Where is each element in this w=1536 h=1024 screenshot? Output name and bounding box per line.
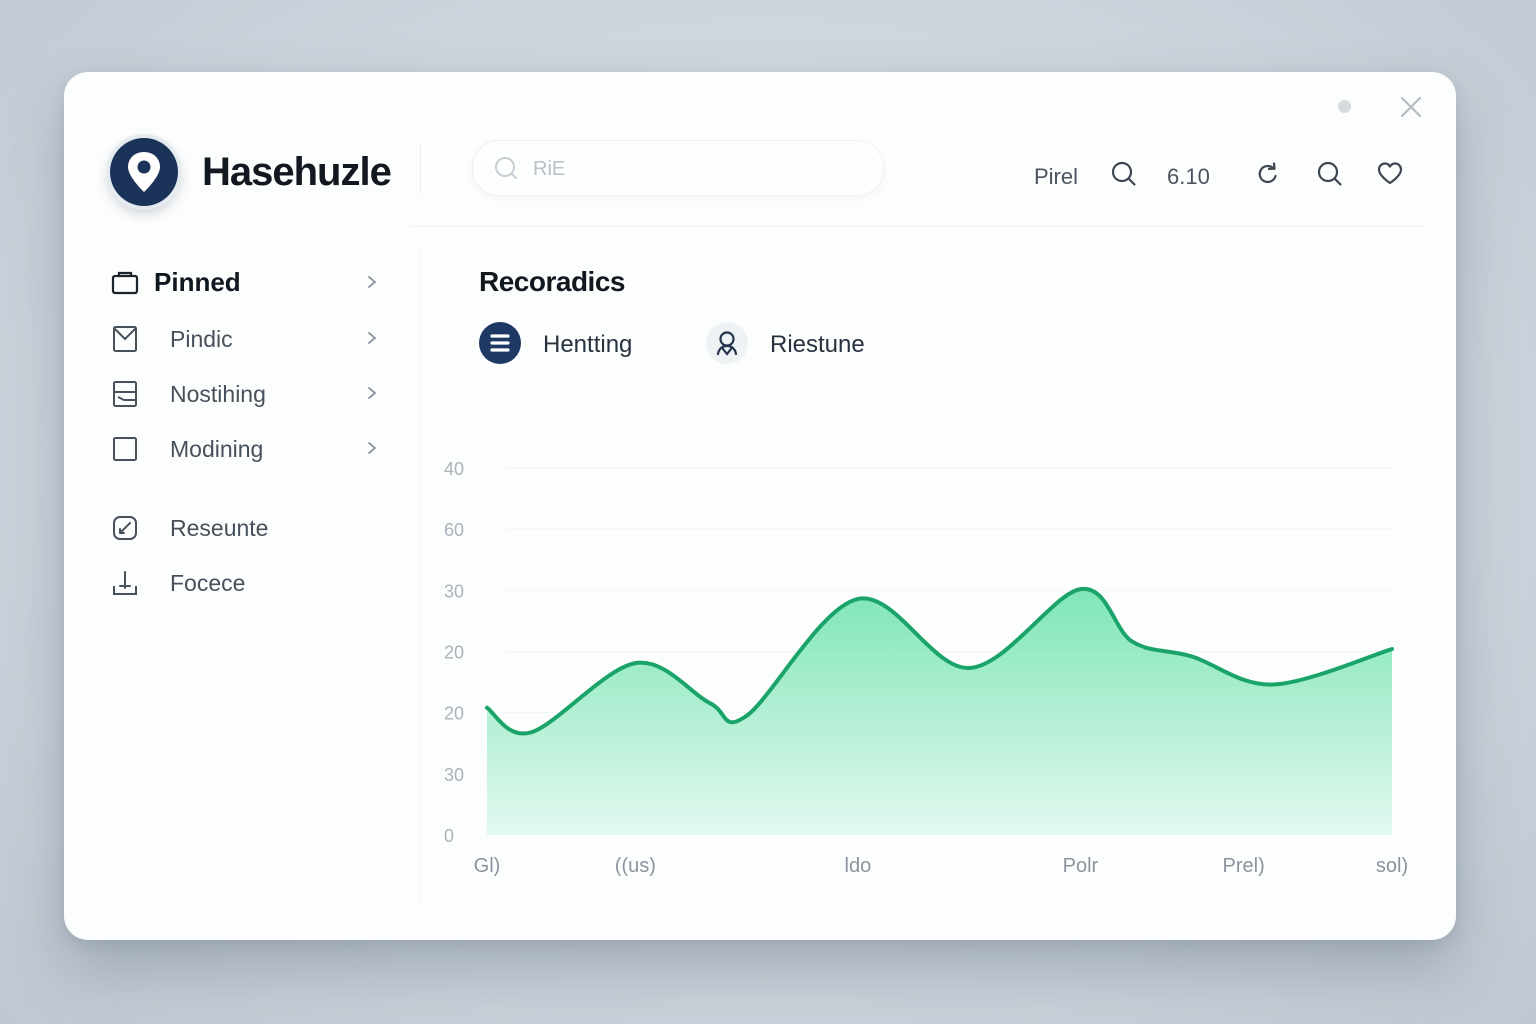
area-fill [487, 588, 1392, 835]
y-tick-label: 20 [444, 643, 464, 663]
legend-label: Riestune [770, 331, 865, 358]
close-icon[interactable] [1396, 92, 1426, 122]
x-tick-label: ldo [845, 855, 872, 877]
sidebar-item-pindic[interactable]: Pindic [110, 318, 390, 358]
chevron-right-icon [362, 381, 382, 410]
chevron-right-icon [362, 326, 382, 355]
list-icon [479, 322, 521, 364]
search-icon[interactable] [1316, 160, 1344, 193]
sidebar-item-fogece[interactable]: Focece [110, 562, 390, 602]
x-tick-label: sol) [1376, 855, 1408, 877]
app-title: Hasehuzle [202, 150, 392, 194]
toolbar-item-value[interactable]: 6.10 [1167, 164, 1210, 190]
app-logo [110, 138, 178, 206]
search-input[interactable] [531, 153, 855, 185]
sidebar-item-label: Modining [170, 436, 264, 462]
sidebar-item-label: Reseunte [170, 515, 269, 541]
square-icon [110, 434, 140, 469]
sidebar-divider [419, 252, 420, 902]
area-chart: 40 60 30 20 20 30 0 Gl) ((us) ldo Polr Prel) sol) [444, 459, 1408, 877]
y-tick-label: 20 [444, 704, 464, 724]
search-icon [493, 155, 519, 186]
map-pin-icon [128, 152, 160, 192]
mail-icon [110, 324, 140, 359]
x-tick-label: Gl) [474, 855, 501, 877]
sidebar-item-label: Pindic [170, 326, 233, 352]
y-tick-label: 0 [444, 826, 454, 846]
header-divider-horizontal [410, 226, 1424, 227]
folder-icon [110, 268, 140, 303]
document-icon [110, 379, 140, 414]
edit-icon [110, 513, 140, 548]
legend-label: Hentting [543, 331, 633, 358]
header-divider [420, 144, 421, 194]
x-tick-label: Polr [1063, 855, 1099, 877]
sidebar-item-pinned[interactable]: Pinned [110, 262, 390, 302]
sidebar-item-label: Pinned [154, 267, 241, 297]
window-status-dot [1338, 100, 1351, 113]
upload-icon [110, 568, 140, 603]
toolbar-item-pirel[interactable]: Pirel [1034, 164, 1078, 190]
search-icon[interactable] [1110, 160, 1138, 193]
legend-item-riestune[interactable]: Riestune [706, 322, 926, 366]
user-icon [706, 322, 748, 364]
y-tick-label: 30 [444, 765, 464, 785]
y-tick-label: 30 [444, 581, 464, 601]
x-tick-label: ((us) [615, 855, 656, 877]
legend-item-hentting[interactable]: Hentting [479, 322, 669, 366]
chevron-right-icon [362, 270, 382, 299]
chevron-right-icon [362, 436, 382, 465]
sidebar-item-reseunte[interactable]: Reseunte [110, 507, 390, 547]
sidebar-item-modining[interactable]: Modining [110, 428, 390, 468]
refresh-icon[interactable] [1254, 160, 1282, 193]
y-tick-label: 40 [444, 459, 464, 479]
app-window: Hasehuzle Pirel 6.10 Pinned [64, 72, 1456, 940]
heart-icon[interactable] [1376, 160, 1404, 193]
search-bar[interactable] [472, 140, 884, 196]
sidebar-item-label: Nostihing [170, 381, 266, 407]
x-tick-label: Prel) [1223, 855, 1265, 877]
sidebar-item-label: Focece [170, 570, 246, 596]
y-tick-label: 60 [444, 520, 464, 540]
section-title: Recoradics [479, 266, 625, 297]
sidebar-item-nostihing[interactable]: Nostihing [110, 373, 390, 413]
